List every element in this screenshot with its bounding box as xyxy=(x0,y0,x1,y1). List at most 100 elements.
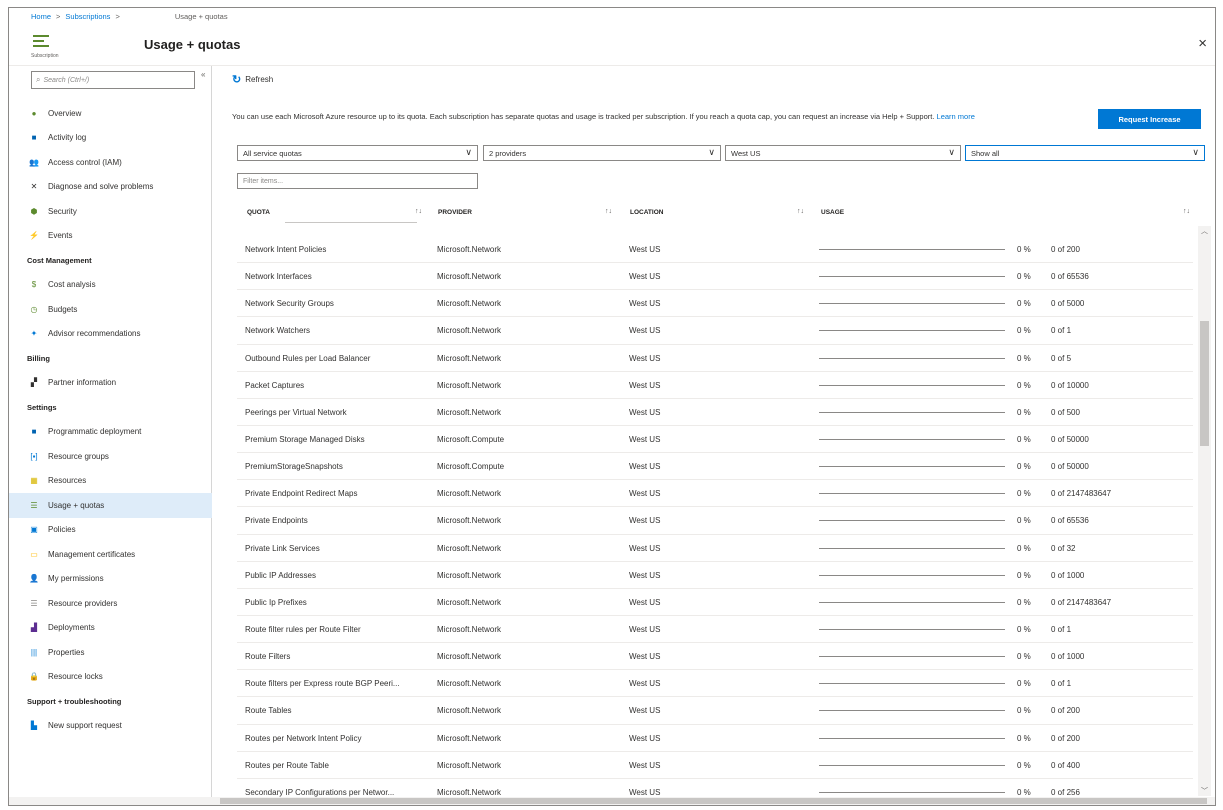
sort-icon[interactable]: ↑↓ xyxy=(797,208,804,215)
table-row[interactable]: Private Link Services Microsoft.Network We… xyxy=(237,535,1193,562)
quota-cell: Private Link Services xyxy=(245,543,320,553)
sidebar-item-resource-locks[interactable]: 🔒 Resource locks xyxy=(9,665,212,690)
table-row[interactable]: Route Filters Microsoft.Network West US 0 %… xyxy=(237,643,1193,671)
table-row[interactable]: PremiumStorageSnapshots Microsoft.Compute… xyxy=(237,453,1193,481)
sidebar-search-input[interactable]: ⌕ Search (Ctrl+/) xyxy=(31,71,195,89)
sidebar-item-label: Deployments xyxy=(48,623,95,633)
sidebar-item-budgets[interactable]: ◷ Budgets xyxy=(9,297,212,322)
table-row[interactable]: Routes per Route Table Microsoft.Network W… xyxy=(237,752,1193,779)
learn-more-link[interactable]: Learn more xyxy=(937,112,975,121)
table-row[interactable]: Private Endpoint Redirect Maps Microsoft.… xyxy=(237,480,1193,508)
location-cell: West US xyxy=(629,353,661,363)
sidebar-item-usage-quotas[interactable]: ☰ Usage + quotas xyxy=(9,493,212,518)
sidebar-item-security[interactable]: ⬢ Security xyxy=(9,199,212,224)
location-cell: West US xyxy=(629,299,661,309)
close-icon[interactable]: × xyxy=(1198,35,1207,52)
quota-cell: Packet Captures xyxy=(245,380,305,390)
table-row[interactable]: Network Intent Policies Microsoft.Network… xyxy=(237,236,1193,264)
diagnose-icon: ✕ xyxy=(30,182,38,192)
table-row[interactable]: Route Tables Microsoft.Network West US 0 % 0… xyxy=(237,697,1193,725)
collapse-sidebar-icon[interactable]: « xyxy=(201,70,205,79)
location-cell: West US xyxy=(629,760,661,770)
provider-cell: Microsoft.Network xyxy=(437,353,502,363)
sidebar-item-access-control-iam[interactable]: 👥 Access control (IAM) xyxy=(9,150,212,175)
usage-bar xyxy=(819,384,1005,386)
sidebar-item-my-permissions[interactable]: 👤 My permissions xyxy=(9,567,212,592)
breadcrumb-separator: > xyxy=(56,12,61,21)
table-row[interactable]: Public Ip Prefixes Microsoft.Network West … xyxy=(237,589,1193,616)
vertical-scrollbar[interactable]: ︿ ﹀ xyxy=(1198,226,1211,796)
sidebar-item-diagnose-and-solve-problems[interactable]: ✕ Diagnose and solve problems xyxy=(9,175,212,200)
sidebar-item-overview[interactable]: ● Overview xyxy=(9,101,212,126)
sidebar-item-programmatic-deployment[interactable]: ■ Programmatic deployment xyxy=(9,420,212,445)
location-cell: West US xyxy=(629,380,661,390)
usage-bar xyxy=(819,303,1005,305)
provider-cell: Microsoft.Network xyxy=(437,407,502,417)
column-header-quota[interactable]: QUOTA xyxy=(247,209,270,216)
table-row[interactable]: Peerings per Virtual Network Microsoft.Ne… xyxy=(237,399,1193,426)
sort-icon[interactable]: ↑↓ xyxy=(1183,208,1190,215)
usage-percent: 0 % xyxy=(1017,679,1031,689)
sidebar-item-policies[interactable]: ▣ Policies xyxy=(9,518,212,543)
usage-bar xyxy=(819,737,1005,739)
usage-count: 0 of 200 xyxy=(1051,733,1080,743)
usage-count: 0 of 256 xyxy=(1051,787,1080,797)
table-row[interactable]: Public IP Addresses Microsoft.Network West… xyxy=(237,562,1193,589)
quota-cell: Outbound Rules per Load Balancer xyxy=(245,353,371,363)
provider-cell: Microsoft.Network xyxy=(437,245,502,254)
request-increase-button[interactable]: Request Increase xyxy=(1098,109,1201,129)
table-row[interactable]: Route filters per Express route BGP Peer… xyxy=(237,670,1193,698)
table-row[interactable]: Network Watchers Microsoft.Network West US… xyxy=(237,317,1193,345)
breadcrumb-subscriptions[interactable]: Subscriptions xyxy=(65,12,110,21)
location-cell: West US xyxy=(629,733,661,743)
column-header-usage[interactable]: USAGE xyxy=(821,209,844,216)
location-dropdown[interactable]: West US ∨ xyxy=(725,145,961,161)
sidebar-item-activity-log[interactable]: ■ Activity log xyxy=(9,126,212,151)
sidebar-item-resources[interactable]: ▦ Resources xyxy=(9,469,212,494)
location-cell: West US xyxy=(629,597,661,607)
scrollbar-thumb[interactable] xyxy=(1200,321,1209,446)
horizontal-scrollbar-thumb[interactable] xyxy=(220,798,1207,804)
scroll-up-icon[interactable]: ︿ xyxy=(1198,226,1211,236)
sidebar-item-management-certificates[interactable]: ▭ Management certificates xyxy=(9,542,212,567)
sort-icon[interactable]: ↑↓ xyxy=(415,208,422,215)
quota-type-dropdown[interactable]: All service quotas ∨ xyxy=(237,145,478,161)
sidebar-item-properties[interactable]: ||| Properties xyxy=(9,640,212,665)
sidebar-item-events[interactable]: ⚡ Events xyxy=(9,224,212,249)
filter-items-input[interactable]: Filter items... xyxy=(237,173,478,189)
usage-percent: 0 % xyxy=(1017,733,1031,743)
provider-cell: Microsoft.Network xyxy=(437,597,502,607)
table-row[interactable]: Routes per Network Intent Policy Microsof… xyxy=(237,725,1193,752)
quota-info-text: You can use each Microsoft Azure resourc… xyxy=(232,112,1042,122)
sidebar-item-deployments[interactable]: ▟ Deployments xyxy=(9,616,212,641)
sidebar-item-label: Resource providers xyxy=(48,598,118,608)
certificates-icon: ▭ xyxy=(30,549,38,559)
sort-icon[interactable]: ↑↓ xyxy=(605,208,612,215)
table-row[interactable]: Premium Storage Managed Disks Microsoft.C… xyxy=(237,426,1193,454)
table-row[interactable]: Network Security Groups Microsoft.Network… xyxy=(237,290,1193,318)
table-row[interactable]: Outbound Rules per Load Balancer Microsof… xyxy=(237,345,1193,372)
column-header-location[interactable]: LOCATION xyxy=(630,209,663,216)
access-control-icon: 👥 xyxy=(29,157,39,167)
sidebar-item-cost-analysis[interactable]: $ Cost analysis xyxy=(9,273,212,298)
usage-bar xyxy=(819,249,1005,250)
table-row[interactable]: Private Endpoints Microsoft.Network West U… xyxy=(237,507,1193,535)
sidebar-item-resource-providers[interactable]: ☰ Resource providers xyxy=(9,591,212,616)
usage-bar xyxy=(819,656,1005,658)
sidebar-item-new-support-request[interactable]: ▙ New support request xyxy=(9,714,212,739)
table-row[interactable]: Network Interfaces Microsoft.Network West … xyxy=(237,263,1193,291)
providers-dropdown[interactable]: 2 providers ∨ xyxy=(483,145,721,161)
scroll-down-icon[interactable]: ﹀ xyxy=(1198,786,1211,796)
breadcrumb-home[interactable]: Home xyxy=(31,12,51,21)
table-row[interactable]: Route filter rules per Route Filter Micro… xyxy=(237,616,1193,644)
portal-window: Home > Subscriptions > Usage + quotas Su… xyxy=(8,7,1216,806)
support-request-icon: ▙ xyxy=(30,721,38,731)
horizontal-scrollbar[interactable] xyxy=(9,797,1215,805)
sidebar-item-resource-groups[interactable]: [▪] Resource groups xyxy=(9,444,212,469)
show-dropdown[interactable]: Show all ∨ xyxy=(965,145,1205,161)
sidebar-item-partner-information[interactable]: ▞ Partner information xyxy=(9,371,212,396)
table-row[interactable]: Packet Captures Microsoft.Network West US 0… xyxy=(237,372,1193,399)
refresh-button[interactable]: ↻ Refresh xyxy=(232,73,273,86)
sidebar-item-advisor-recommendations[interactable]: ✦ Advisor recommendations xyxy=(9,322,212,347)
column-header-provider[interactable]: PROVIDER xyxy=(438,209,472,216)
